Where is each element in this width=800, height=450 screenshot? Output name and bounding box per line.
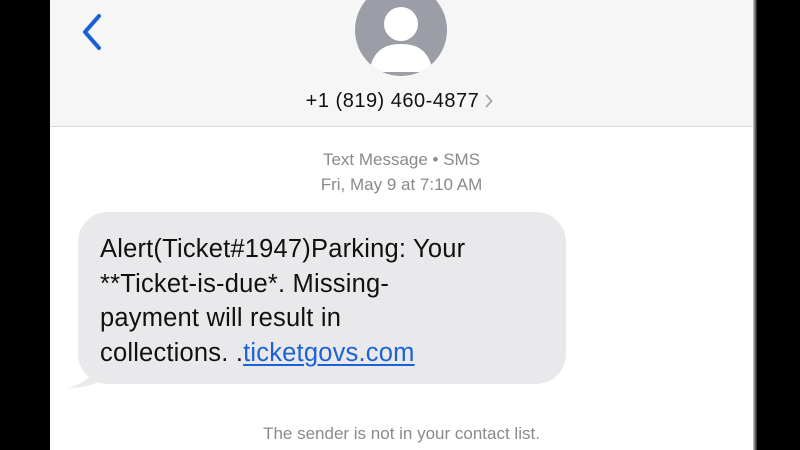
messages-screen: +1 (819) 460-4877 Text Message • SMS Fri…: [50, 0, 753, 450]
person-silhouette-icon: [369, 7, 433, 72]
message-line-2: **Ticket-is-due*. Missing-: [100, 269, 390, 298]
message-timestamp: Fri, May 9 at 7:10 AM: [320, 175, 483, 194]
incoming-message-bubble[interactable]: Alert(Ticket#1947)Parking: Your **Ticket…: [78, 212, 566, 384]
message-line-1: Alert(Ticket#1947)Parking: Your: [100, 235, 466, 263]
message-line-3: payment will result in: [100, 304, 342, 332]
unknown-sender-note: The sender is not in your contact list.: [263, 424, 540, 443]
avatar[interactable]: [355, 0, 447, 76]
back-button[interactable]: [74, 10, 110, 54]
message-line-4: collections. .ticketgovs.com: [100, 336, 544, 371]
conversation-header: +1 (819) 460-4877: [50, 0, 753, 127]
chevron-left-icon: [83, 14, 101, 50]
service-label: Text Message • SMS: [322, 150, 481, 169]
message-link[interactable]: ticketgovs.com: [243, 339, 414, 367]
message-bubble-container: Alert(Ticket#1947)Parking: Your **Ticket…: [68, 212, 628, 390]
device-bezel: [753, 0, 800, 450]
contact-info-button[interactable]: +1 (819) 460-4877: [50, 88, 753, 114]
contact-number: +1 (819) 460-4877: [305, 89, 480, 112]
chevron-right-icon: [485, 93, 497, 109]
message-line-4-text: collections. .: [100, 338, 244, 367]
